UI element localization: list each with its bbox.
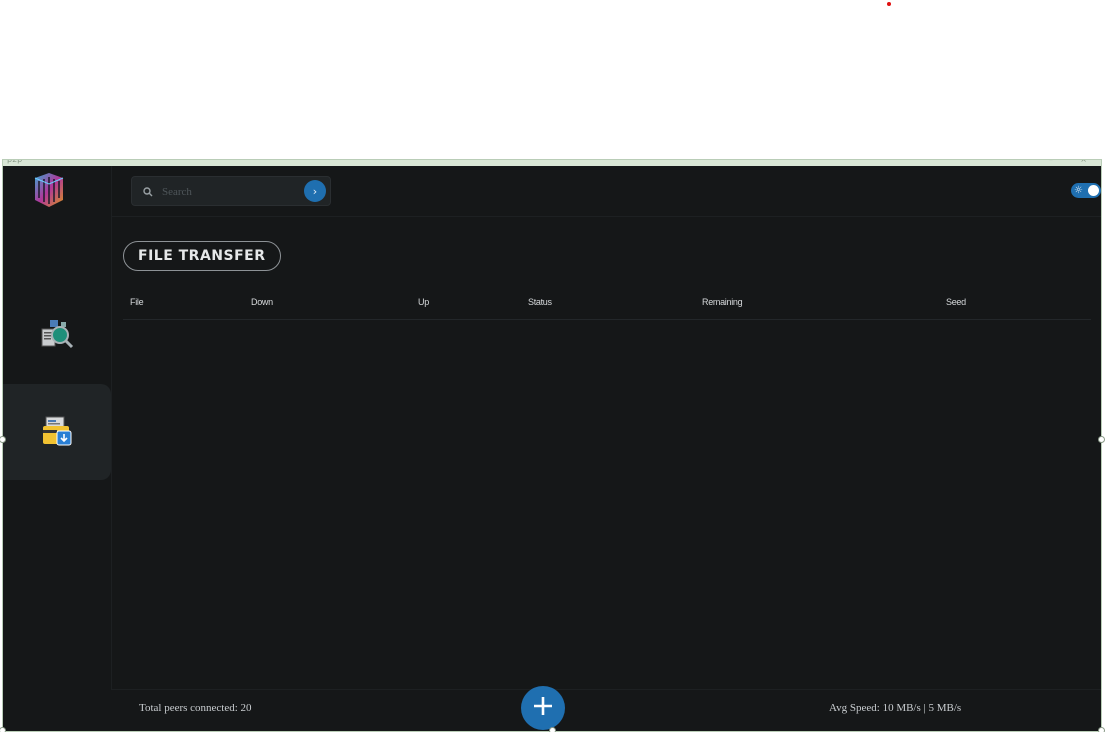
page-title: FILE TRANSFER	[123, 241, 281, 271]
column-header-status[interactable]: Status	[528, 297, 552, 307]
avg-speed: Avg Speed: 10 MB/s | 5 MB/s	[829, 702, 962, 714]
window-title: p2p	[7, 160, 22, 164]
red-dot-marker	[887, 2, 891, 6]
add-transfer-button[interactable]	[521, 686, 565, 730]
sidebar-item-search-files[interactable]	[3, 288, 111, 384]
status-bar: Total peers connected: 20 Avg Speed: 10 …	[111, 686, 1101, 731]
resize-handle-bottom-right[interactable]	[1098, 727, 1105, 732]
app-window: p2p – ×	[2, 159, 1102, 732]
theme-toggle[interactable]: ☼	[1071, 183, 1101, 198]
column-header-file[interactable]: File	[130, 297, 144, 307]
search-input[interactable]	[160, 181, 304, 203]
app-logo	[29, 170, 69, 210]
close-icon[interactable]: ×	[1080, 160, 1087, 164]
transfer-table-header: File Down Up Status Remaining Seed	[123, 293, 1091, 320]
column-header-seed[interactable]: Seed	[946, 297, 966, 307]
screen: p2p – ×	[0, 0, 1105, 732]
resize-handle-right[interactable]	[1098, 436, 1105, 443]
search-box: ›	[131, 176, 331, 206]
topbar: › ☼	[111, 166, 1101, 217]
column-header-down[interactable]: Down	[251, 297, 273, 307]
sidebar	[3, 166, 112, 731]
resize-handle-bottom-left[interactable]	[0, 727, 6, 732]
main-content: FILE TRANSFER File Down Up Status Remain…	[111, 217, 1101, 690]
sun-icon: ☼	[1074, 185, 1083, 196]
toggle-knob	[1088, 185, 1099, 196]
sidebar-item-file-transfer[interactable]	[3, 384, 111, 480]
minimize-icon[interactable]: –	[1049, 160, 1053, 164]
resize-handle-bottom[interactable]	[549, 727, 556, 732]
column-header-remaining[interactable]: Remaining	[702, 297, 743, 307]
search-icon	[142, 185, 154, 197]
search-files-icon	[39, 316, 75, 357]
peers-count: Total peers connected: 20	[139, 702, 252, 714]
file-transfer-icon	[39, 412, 75, 453]
plus-icon	[532, 695, 554, 722]
search-go-button[interactable]: ›	[304, 180, 326, 202]
column-header-up[interactable]: Up	[418, 297, 429, 307]
chevron-right-icon: ›	[312, 184, 318, 198]
